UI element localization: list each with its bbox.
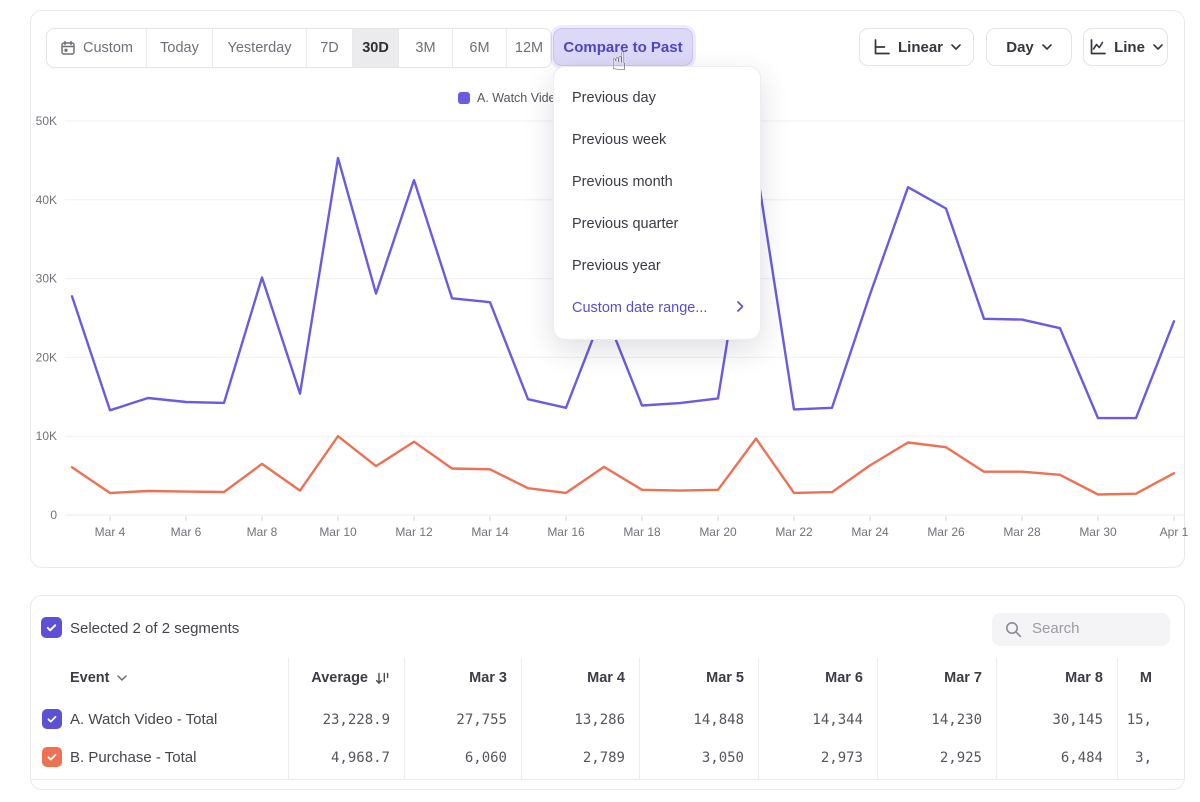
table-cell: 14,848 (634, 712, 744, 728)
calendar-icon (60, 40, 76, 56)
row-checkbox[interactable] (42, 747, 62, 767)
line-chart-icon (1088, 38, 1106, 56)
table-cell: 13,286 (515, 712, 625, 728)
search-placeholder: Search (1032, 620, 1080, 637)
table-cell: 3, (1042, 750, 1152, 766)
table-cell: 15, (1042, 712, 1152, 728)
preset-label: 3M (415, 40, 435, 56)
chevron-down-icon (951, 44, 961, 50)
table-bottom-divider (31, 779, 1184, 780)
menu-item-previous-week[interactable]: Previous week (554, 119, 760, 161)
table-cell: 3,050 (634, 750, 744, 766)
average-value: 4,968.7 (280, 750, 390, 766)
preset-label: 12M (515, 40, 543, 56)
scale-dropdown-button[interactable]: Linear (859, 28, 974, 66)
preset-label: 6M (469, 40, 489, 56)
checkmark-icon (45, 712, 59, 726)
menu-item-previous-year[interactable]: Previous year (554, 245, 760, 287)
segment-row-label[interactable]: B. Purchase - Total (70, 749, 196, 766)
checkmark-icon (44, 620, 59, 635)
table-cell: 2,789 (515, 750, 625, 766)
preset-label: Custom (83, 40, 133, 56)
table-cell: 2,925 (872, 750, 982, 766)
preset-custom[interactable]: Custom (47, 29, 147, 67)
date-column-header[interactable]: Mar 5 (634, 670, 744, 686)
scale-label: Linear (898, 39, 943, 56)
date-preset-control: Custom Today Yesterday 7D 30D 3M 6M 12M (46, 28, 552, 68)
preset-label: 7D (320, 40, 339, 56)
chevron-down-icon (1153, 44, 1163, 50)
interval-label: Day (1006, 39, 1034, 56)
table-cell: 2,973 (753, 750, 863, 766)
preset-yesterday[interactable]: Yesterday (213, 29, 307, 67)
compare-to-past-button[interactable]: Compare to Past (553, 28, 693, 66)
menu-item-previous-month[interactable]: Previous month (554, 161, 760, 203)
preset-12m[interactable]: 12M (507, 29, 551, 67)
menu-item-previous-quarter[interactable]: Previous quarter (554, 203, 760, 245)
date-column-header[interactable]: Mar 7 (872, 670, 982, 686)
preset-3m[interactable]: 3M (399, 29, 453, 67)
preset-label: Today (160, 40, 199, 56)
date-column-header[interactable]: Mar 4 (515, 670, 625, 686)
average-value: 23,228.9 (280, 712, 390, 728)
chevron-down-icon (1042, 44, 1052, 50)
row-checkbox[interactable] (42, 709, 62, 729)
preset-today[interactable]: Today (147, 29, 213, 67)
preset-label: 30D (362, 40, 389, 56)
preset-label: Yesterday (228, 40, 292, 56)
legend-swatch (458, 92, 470, 104)
interval-dropdown-button[interactable]: Day (986, 28, 1072, 66)
table-cell: 14,344 (753, 712, 863, 728)
chevron-right-icon (737, 300, 744, 316)
compare-to-past-menu: Previous dayPrevious weekPrevious monthP… (553, 66, 761, 340)
menu-item-custom-date-range[interactable]: Custom date range... (554, 287, 760, 329)
event-column-header[interactable]: Event (70, 670, 127, 686)
sort-descending-icon (375, 671, 390, 686)
menu-item-previous-day[interactable]: Previous day (554, 77, 760, 119)
menu-item-label: Custom date range... (572, 300, 707, 316)
axis-linear-icon (872, 38, 890, 56)
checkmark-icon (45, 750, 59, 764)
date-column-header[interactable]: Mar 3 (397, 670, 507, 686)
date-column-header[interactable]: Mar 6 (753, 670, 863, 686)
selected-segments-summary: Selected 2 of 2 segments (70, 620, 239, 637)
select-all-checkbox[interactable] (41, 617, 62, 638)
chart-type-label: Line (1114, 39, 1145, 56)
chart-type-dropdown-button[interactable]: Line (1083, 28, 1168, 66)
analytics-dashboard: 010K20K30K40K50KMar 4Mar 6Mar 8Mar 10Mar… (0, 0, 1200, 802)
search-icon (1005, 621, 1022, 638)
search-input[interactable]: Search (992, 613, 1170, 646)
table-cell: 6,060 (397, 750, 507, 766)
table-cell: 27,755 (397, 712, 507, 728)
preset-30d[interactable]: 30D (353, 29, 399, 67)
segment-row-label[interactable]: A. Watch Video - Total (70, 711, 217, 728)
preset-7d[interactable]: 7D (307, 29, 353, 67)
preset-6m[interactable]: 6M (453, 29, 507, 67)
date-column-header[interactable]: M (1042, 670, 1152, 686)
chevron-down-icon (117, 675, 127, 681)
table-cell: 14,230 (872, 712, 982, 728)
average-column-header[interactable]: Average (240, 670, 390, 686)
